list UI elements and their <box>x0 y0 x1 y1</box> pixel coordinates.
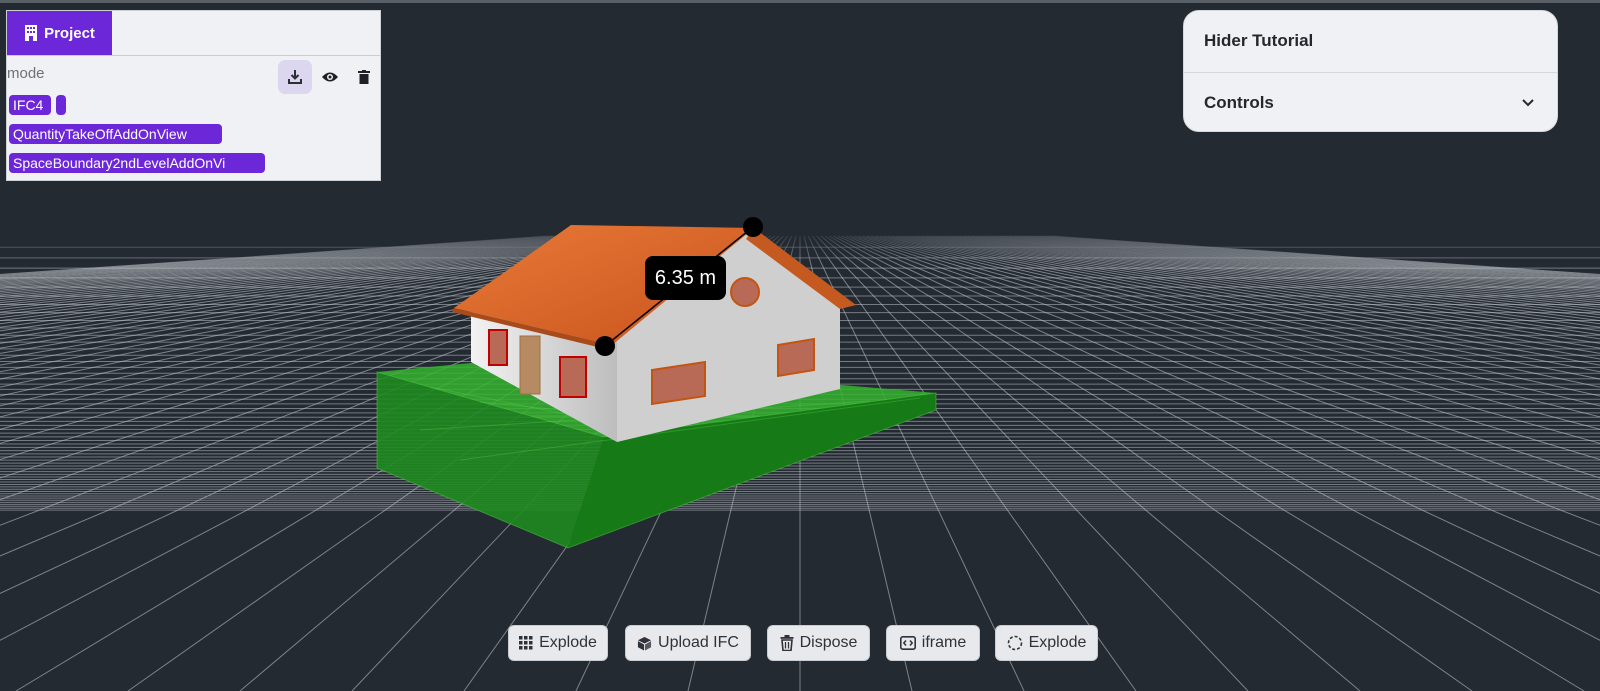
cube-icon <box>637 636 652 651</box>
tutorial-title: Hider Tutorial <box>1204 31 1314 50</box>
grid-icon <box>519 636 533 650</box>
horizon-fade <box>0 226 1600 266</box>
view-chip-quantity[interactable]: QuantityTakeOffAddOnView <box>9 124 222 144</box>
controls-section[interactable]: Controls <box>1184 73 1557 133</box>
visibility-button[interactable] <box>313 60 347 94</box>
delete-button[interactable] <box>347 60 380 94</box>
dimension-label: 6.35 m <box>645 256 726 300</box>
explode-button[interactable]: Explode <box>508 625 608 661</box>
explode-outline-button[interactable]: Explode <box>995 625 1098 661</box>
mode-row: mode <box>7 56 380 94</box>
controls-label: Controls <box>1204 93 1274 112</box>
tab-project[interactable]: Project <box>7 11 112 55</box>
explode-outline-label: Explode <box>1028 634 1087 651</box>
tab-project-label: Project <box>44 24 95 42</box>
tutorial-panel: Hider Tutorial Controls <box>1183 10 1558 132</box>
eye-icon <box>322 72 338 82</box>
download-button[interactable] <box>278 60 312 94</box>
mode-label: mode <box>7 65 45 82</box>
iframe-button[interactable]: iframe <box>886 625 980 661</box>
schema-chip[interactable]: IFC4 <box>9 95 51 115</box>
trash-icon <box>358 70 370 84</box>
download-icon <box>288 70 302 84</box>
trash-icon <box>780 635 794 651</box>
project-panel: Project mode IFC4 QuantityTakeOffAddOnVi… <box>6 10 381 181</box>
iframe-label: iframe <box>921 634 967 651</box>
building-icon <box>25 25 38 41</box>
chevron-down-icon <box>1522 99 1534 107</box>
code-icon <box>899 636 916 650</box>
view-chip-spaceboundary[interactable]: SpaceBoundary2ndLevelAddOnVi <box>9 153 265 173</box>
explode-label: Explode <box>539 634 597 651</box>
upload-ifc-label: Upload IFC <box>658 634 739 651</box>
panel-header: Project <box>7 11 380 56</box>
upload-ifc-button[interactable]: Upload IFC <box>625 625 751 661</box>
dashed-circle-icon <box>1007 635 1022 651</box>
empty-chip[interactable] <box>56 95 66 115</box>
dispose-button[interactable]: Dispose <box>767 625 870 661</box>
dispose-label: Dispose <box>799 634 858 651</box>
